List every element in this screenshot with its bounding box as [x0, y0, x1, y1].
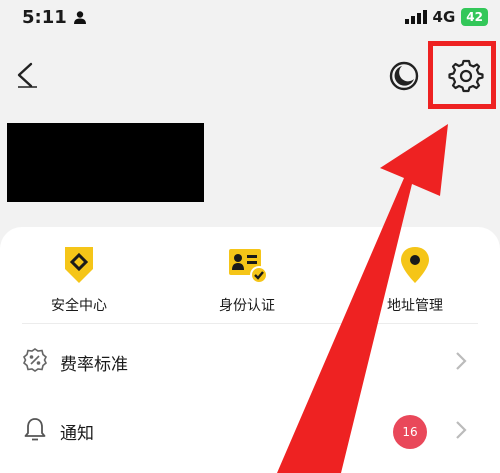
network-type: 4G: [432, 8, 456, 26]
time-text: 5:11: [22, 6, 67, 28]
signal-icon: [404, 10, 427, 24]
location-pin-icon: [401, 247, 429, 283]
settings-button[interactable]: [447, 56, 485, 94]
gear-icon: [448, 59, 484, 93]
redacted-profile-info: [7, 123, 204, 202]
quick-action-label: 身份认证: [219, 298, 275, 314]
person-icon: [73, 11, 86, 24]
chevron-right-icon: [456, 421, 467, 439]
bell-icon: [24, 418, 46, 441]
battery-indicator: 42: [461, 8, 488, 26]
menu-item-notifications[interactable]: 通知 16: [0, 402, 500, 458]
id-card-verified-icon: [229, 249, 268, 284]
rate-percent-icon: [23, 348, 47, 372]
status-time: 5:11: [22, 7, 87, 28]
status-bar: 5:11 4G 42: [0, 0, 500, 34]
back-button[interactable]: [10, 58, 44, 92]
menu-item-label: 通知: [60, 424, 94, 444]
quick-action-label: 安全中心: [51, 298, 107, 314]
dark-mode-button[interactable]: [388, 60, 420, 92]
menu-item-label: 费率标准: [60, 355, 128, 375]
menu-item-fee-rates[interactable]: 费率标准: [0, 333, 500, 389]
quick-action-label: 地址管理: [387, 298, 443, 314]
quick-action-security-center[interactable]: 安全中心: [24, 243, 134, 315]
quick-action-identity-verification[interactable]: 身份认证: [192, 243, 302, 315]
moon-icon: [389, 61, 419, 91]
back-arrow-icon: [17, 62, 37, 88]
shield-diamond-icon: [65, 247, 93, 283]
status-indicators: 4G 42: [404, 8, 488, 26]
section-divider: [22, 323, 478, 324]
account-card: 安全中心 身份认证 地址管理 费率标准 通知 16: [0, 227, 500, 473]
chevron-right-icon: [456, 352, 467, 370]
notification-count-badge: 16: [393, 415, 427, 449]
quick-action-address-management[interactable]: 地址管理: [360, 243, 470, 315]
